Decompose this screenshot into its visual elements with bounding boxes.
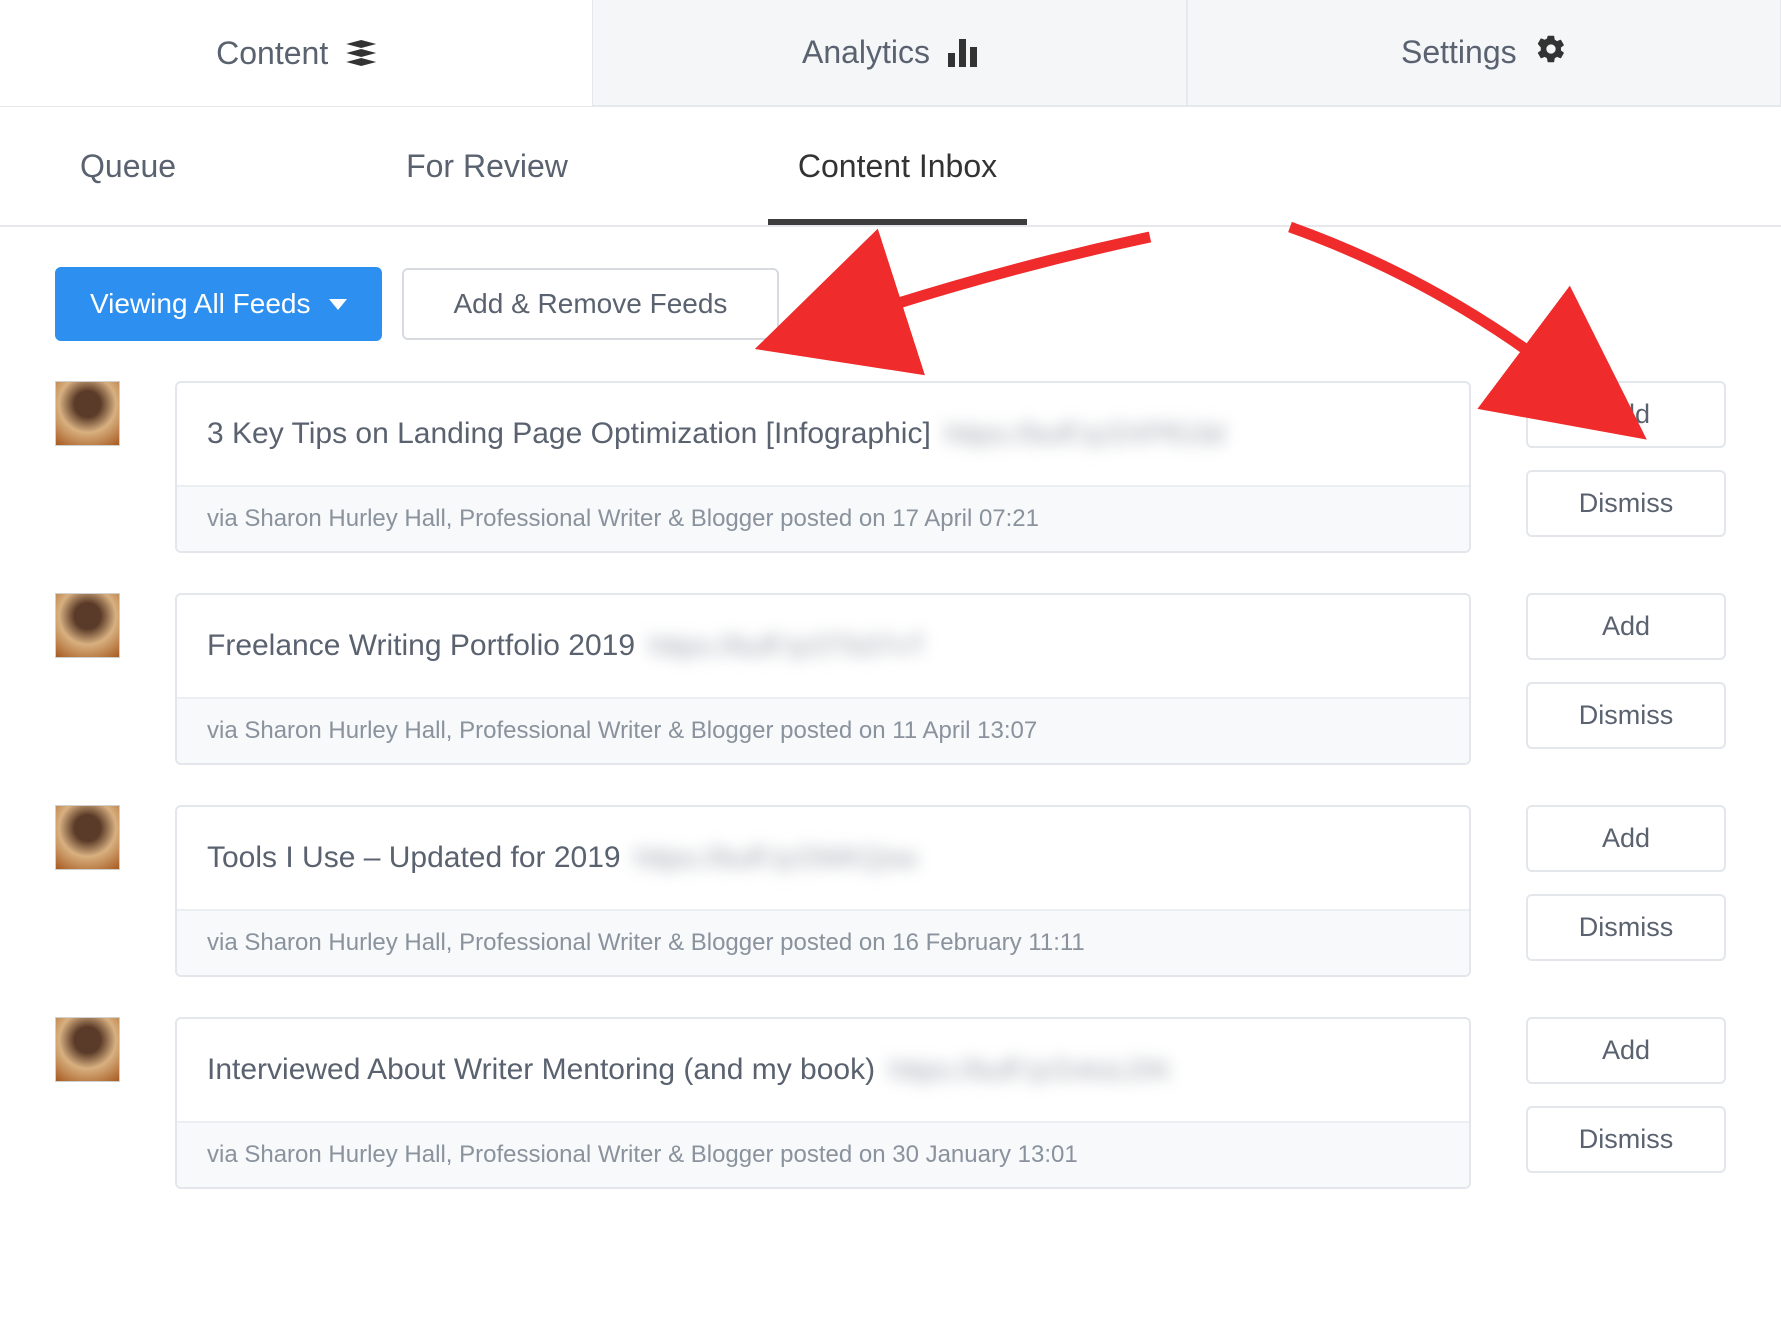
feed-meta: via Sharon Hurley Hall, Professional Wri… xyxy=(177,1121,1469,1187)
dismiss-button-label: Dismiss xyxy=(1579,700,1674,730)
dismiss-button-label: Dismiss xyxy=(1579,912,1674,942)
bar-chart-icon xyxy=(948,39,977,67)
feed-link-obscured: https://buff.ly/2Tb37vT xyxy=(649,630,926,662)
annotation-arrow-left xyxy=(830,217,1190,337)
annotation-arrow-right xyxy=(1270,217,1600,387)
feed-row: Interviewed About Writer Mentoring (and … xyxy=(0,1017,1781,1229)
feed-card-body: Tools I Use – Updated for 2019 https://b… xyxy=(177,807,1469,909)
tab-content[interactable]: Content xyxy=(0,0,592,106)
subtab-queue[interactable]: Queue xyxy=(40,108,216,225)
feed-row: Tools I Use – Updated for 2019 https://b… xyxy=(0,805,1781,1017)
feed-actions: Add Dismiss xyxy=(1526,381,1726,537)
add-button-label: Add xyxy=(1602,611,1650,641)
add-button-label: Add xyxy=(1602,399,1650,429)
feed-card[interactable]: 3 Key Tips on Landing Page Optimization … xyxy=(175,381,1471,553)
tab-settings-label: Settings xyxy=(1401,34,1517,71)
add-button[interactable]: Add xyxy=(1526,1017,1726,1084)
feed-actions: Add Dismiss xyxy=(1526,1017,1726,1173)
feed-title: Freelance Writing Portfolio 2019 xyxy=(207,629,635,663)
feed-actions: Add Dismiss xyxy=(1526,593,1726,749)
feed-list: 3 Key Tips on Landing Page Optimization … xyxy=(0,381,1781,1229)
feed-card-body: Freelance Writing Portfolio 2019 https:/… xyxy=(177,595,1469,697)
tab-analytics[interactable]: Analytics xyxy=(592,0,1186,106)
viewing-feeds-dropdown[interactable]: Viewing All Feeds xyxy=(55,267,382,341)
dismiss-button[interactable]: Dismiss xyxy=(1526,894,1726,961)
feed-link-obscured: https://buff.ly/2WKQsw xyxy=(635,842,918,874)
subtab-content-inbox[interactable]: Content Inbox xyxy=(758,108,1037,225)
dismiss-button[interactable]: Dismiss xyxy=(1526,1106,1726,1173)
stack-icon xyxy=(346,40,376,66)
feed-card[interactable]: Interviewed About Writer Mentoring (and … xyxy=(175,1017,1471,1189)
feed-meta: via Sharon Hurley Hall, Professional Wri… xyxy=(177,697,1469,763)
dismiss-button-label: Dismiss xyxy=(1579,488,1674,518)
dismiss-button-label: Dismiss xyxy=(1579,1124,1674,1154)
feed-card-body: Interviewed About Writer Mentoring (and … xyxy=(177,1019,1469,1121)
avatar xyxy=(55,805,120,870)
add-remove-feeds-label: Add & Remove Feeds xyxy=(454,288,728,320)
add-button[interactable]: Add xyxy=(1526,381,1726,448)
avatar xyxy=(55,1017,120,1082)
tab-analytics-label: Analytics xyxy=(802,34,930,71)
feed-link-obscured: https://buff.ly/2XPfG3d xyxy=(945,418,1225,450)
caret-down-icon xyxy=(329,299,347,310)
viewing-feeds-label: Viewing All Feeds xyxy=(90,288,311,320)
feed-title: 3 Key Tips on Landing Page Optimization … xyxy=(207,417,931,451)
avatar xyxy=(55,381,120,446)
avatar xyxy=(55,593,120,658)
dismiss-button[interactable]: Dismiss xyxy=(1526,682,1726,749)
subtab-for-review[interactable]: For Review xyxy=(366,108,608,225)
sub-nav: Queue For Review Content Inbox xyxy=(0,107,1781,227)
feed-row: 3 Key Tips on Landing Page Optimization … xyxy=(0,381,1781,593)
add-remove-feeds-button[interactable]: Add & Remove Feeds xyxy=(402,268,780,340)
feed-title: Tools I Use – Updated for 2019 xyxy=(207,841,621,875)
add-button[interactable]: Add xyxy=(1526,593,1726,660)
subtab-queue-label: Queue xyxy=(80,148,176,184)
tab-content-label: Content xyxy=(216,35,328,72)
gear-icon xyxy=(1535,33,1567,73)
feed-actions: Add Dismiss xyxy=(1526,805,1726,961)
top-nav: Content Analytics Settings xyxy=(0,0,1781,107)
subtab-content-inbox-label: Content Inbox xyxy=(798,148,997,184)
feed-card[interactable]: Freelance Writing Portfolio 2019 https:/… xyxy=(175,593,1471,765)
feed-row: Freelance Writing Portfolio 2019 https:/… xyxy=(0,593,1781,805)
feed-card-body: 3 Key Tips on Landing Page Optimization … xyxy=(177,383,1469,485)
feed-link-obscured: https://buff.ly/2vksLDN xyxy=(889,1054,1169,1086)
feed-title: Interviewed About Writer Mentoring (and … xyxy=(207,1053,875,1087)
feed-meta: via Sharon Hurley Hall, Professional Wri… xyxy=(177,909,1469,975)
add-button-label: Add xyxy=(1602,823,1650,853)
controls-row: Viewing All Feeds Add & Remove Feeds xyxy=(0,227,1781,381)
feed-card[interactable]: Tools I Use – Updated for 2019 https://b… xyxy=(175,805,1471,977)
add-button[interactable]: Add xyxy=(1526,805,1726,872)
tab-settings[interactable]: Settings xyxy=(1187,0,1781,106)
subtab-for-review-label: For Review xyxy=(406,148,568,184)
dismiss-button[interactable]: Dismiss xyxy=(1526,470,1726,537)
add-button-label: Add xyxy=(1602,1035,1650,1065)
feed-meta: via Sharon Hurley Hall, Professional Wri… xyxy=(177,485,1469,551)
